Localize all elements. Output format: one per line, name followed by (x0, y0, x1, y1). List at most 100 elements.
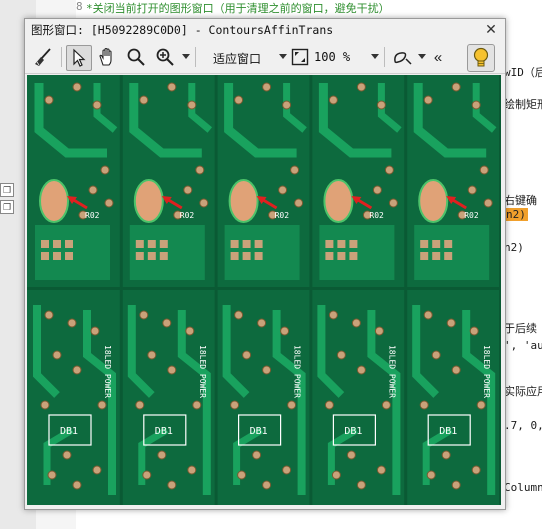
smd-pad (444, 240, 453, 248)
magnify-button[interactable] (124, 45, 148, 69)
pad (40, 400, 50, 410)
smd-pad (349, 240, 358, 248)
smd-pad (147, 240, 156, 248)
oval-pad (133, 179, 164, 223)
smd-pad (41, 240, 49, 248)
broom-icon (35, 48, 51, 66)
close-button[interactable]: ✕ (483, 21, 499, 37)
pad (92, 100, 102, 110)
pad (262, 480, 272, 490)
restore-icon-2[interactable]: ❐ (0, 200, 14, 214)
draw-shape-caret[interactable] (418, 54, 426, 59)
zoom-in-button[interactable] (153, 45, 177, 69)
smd-pad (420, 240, 429, 248)
pad (147, 350, 157, 360)
pad (257, 318, 267, 328)
smd-pad (444, 252, 453, 260)
pad (92, 465, 102, 475)
smd-pad (135, 240, 144, 248)
lightbulb-icon (473, 47, 489, 67)
more-tools-button[interactable]: « (429, 45, 447, 69)
pad (185, 326, 195, 336)
smd-pad (254, 252, 263, 260)
pad (62, 450, 72, 460)
pad (419, 400, 429, 410)
fit-image-button[interactable] (290, 45, 310, 69)
component-label: R02 (180, 211, 195, 220)
zoom-in-icon (156, 48, 174, 66)
pad (192, 400, 202, 410)
pad (388, 198, 398, 208)
smd-pad (242, 240, 251, 248)
pad (67, 318, 77, 328)
select-pointer-button[interactable] (66, 45, 92, 71)
pad (467, 185, 477, 195)
pad (44, 95, 54, 105)
pad (451, 480, 461, 490)
oval-pad (228, 179, 259, 223)
pad (97, 400, 107, 410)
hint-button[interactable] (467, 44, 495, 72)
bridge-label: DB1 (60, 426, 78, 437)
zoom-mode-select[interactable]: 适应窗口 (213, 50, 261, 67)
code-fragment: 绘制矩形 (504, 98, 542, 111)
smd-pad (159, 252, 168, 260)
bridge-label: DB1 (250, 426, 268, 437)
component-label: R02 (275, 211, 290, 220)
code-fragment: 实际应用 (504, 385, 542, 398)
rail-label: 18LED POWER (103, 345, 112, 398)
bridge-label: DB1 (344, 426, 362, 437)
pad (476, 400, 486, 410)
zoom-mode-caret[interactable] (279, 54, 287, 59)
pad (139, 95, 149, 105)
code-line-8: *关闭当前打开的图形窗口（用于清理之前的窗口，避免干扰） (86, 2, 390, 15)
pad (72, 480, 82, 490)
pan-hand-button[interactable] (95, 45, 119, 69)
restore-icon[interactable]: ❐ (0, 183, 14, 197)
row-divider (216, 287, 312, 290)
zoom-percent-input[interactable]: 100 % (314, 50, 350, 64)
smd-pad (159, 240, 168, 248)
pad (237, 470, 247, 480)
pad (47, 470, 57, 480)
pad (262, 82, 272, 92)
zoom-percent-caret[interactable] (371, 54, 379, 59)
pad (278, 185, 288, 195)
smd-pad (242, 252, 251, 260)
pad (280, 326, 290, 336)
smd-pad (432, 240, 441, 248)
smd-pad (432, 252, 441, 260)
smd-pad (337, 240, 346, 248)
code-fragment: Column (504, 481, 542, 494)
pad (90, 326, 100, 336)
smd-pad (349, 252, 358, 260)
pad (331, 470, 341, 480)
pad (423, 310, 433, 320)
pad (431, 350, 441, 360)
window-titlebar[interactable]: 图形窗口: [H5092289C0D0] - ContoursAffinTran… (25, 19, 505, 40)
smd-pad (135, 252, 144, 260)
pad (469, 326, 479, 336)
graphics-window: 图形窗口: [H5092289C0D0] - ContoursAffinTran… (24, 18, 506, 510)
pad (479, 165, 489, 175)
pad (346, 450, 356, 460)
rail-label: 18LED POWER (387, 345, 396, 398)
pad (356, 480, 366, 490)
smd-pad (41, 252, 49, 260)
image-canvas[interactable]: R02 18LED POWER DB1 R02 18LED POWER DB1 R02 18L… (27, 75, 501, 505)
oval-pad (418, 179, 449, 223)
pad (356, 82, 366, 92)
row-divider (121, 287, 217, 290)
clear-window-button[interactable] (31, 45, 55, 69)
pad (183, 185, 193, 195)
pad (381, 400, 391, 410)
smd-pad (230, 240, 239, 248)
pad (356, 365, 366, 375)
pad (104, 198, 114, 208)
smd-pad (65, 240, 73, 248)
pad (372, 185, 382, 195)
line-number: 8 (76, 0, 83, 13)
pad (52, 350, 62, 360)
zoom-in-dropdown-caret[interactable] (182, 54, 190, 59)
draw-shape-button[interactable] (391, 45, 415, 69)
